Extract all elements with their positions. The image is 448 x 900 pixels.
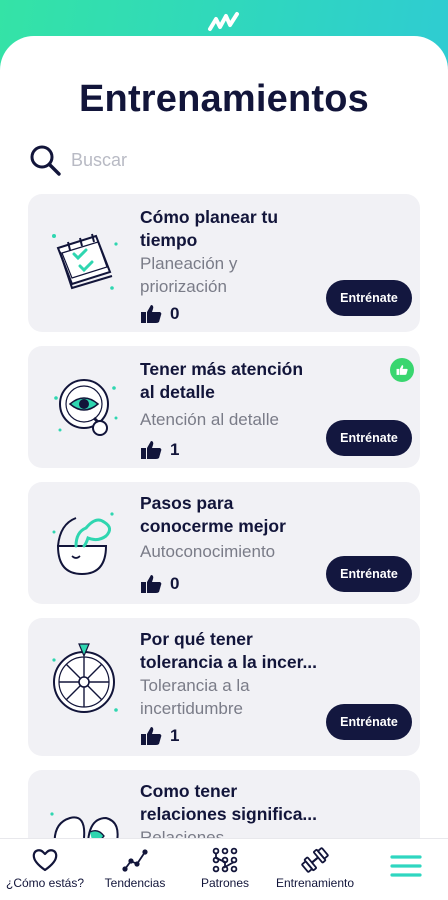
app-logo <box>0 8 448 38</box>
thumbs-up-icon <box>141 305 162 323</box>
search-icon <box>30 145 61 176</box>
tab-label: ¿Cómo estás? <box>5 876 85 890</box>
training-title: Por qué tener tolerancia a la incer... <box>140 629 318 672</box>
train-button[interactable]: Entrénate <box>326 420 412 456</box>
tab-menu[interactable] <box>376 853 436 900</box>
likes-count: 1 <box>140 726 179 746</box>
likes-value: 1 <box>170 726 180 745</box>
page-title: Entrenamientos <box>79 78 369 120</box>
tab-como-estas[interactable]: ¿Cómo estás? <box>0 847 90 899</box>
tab-label: Entrenamiento <box>275 876 355 890</box>
training-category: Tolerancia a la incertidumbre <box>140 676 250 718</box>
tab-tendencias[interactable]: Tendencias <box>92 847 178 899</box>
calendar-icon <box>52 233 118 290</box>
wave-logo-icon <box>208 12 239 31</box>
train-button[interactable]: Entrénate <box>326 280 412 316</box>
training-category: Planeación y priorización <box>140 254 238 296</box>
dumbbell-icon <box>301 847 329 873</box>
thumbs-up-icon <box>141 441 162 459</box>
thumbs-up-icon <box>396 365 408 375</box>
bottom-tab-bar: ¿Cómo estás? Tendencias Patrones Entrena… <box>0 838 448 900</box>
training-card[interactable]: Pasos para conocerme mejor Autoconocimie… <box>28 482 420 604</box>
open-head-icon <box>52 512 114 576</box>
train-button[interactable]: Entrénate <box>326 704 412 740</box>
tab-label: Patrones <box>200 876 250 890</box>
likes-count: 1 <box>140 440 179 460</box>
training-title: Pasos para conocerme mejor <box>140 493 286 536</box>
main-sheet: Entrenamientos Cómo planear tu tiempo Pl… <box>0 36 448 900</box>
likes-value: 0 <box>170 574 180 593</box>
training-title: Cómo planear tu tiempo <box>140 207 279 250</box>
hands-icon <box>50 812 119 840</box>
training-card[interactable]: Tener más atención al detalle Atención a… <box>28 346 420 468</box>
tab-patrones[interactable]: Patrones <box>182 847 268 899</box>
wheel-icon <box>52 643 118 713</box>
likes-count: 0 <box>140 574 179 594</box>
search-input[interactable] <box>71 149 391 171</box>
training-title: Tener más atención al detalle <box>140 359 304 402</box>
trend-line-icon <box>122 849 148 872</box>
thumbs-up-icon <box>141 727 162 745</box>
training-category: Autoconocimiento <box>140 542 276 561</box>
likes-count: 0 <box>140 304 179 324</box>
training-card[interactable]: Como tener relaciones significa... Relac… <box>28 770 420 840</box>
training-list[interactable]: Cómo planear tu tiempo Planeación y prio… <box>28 194 420 840</box>
training-card[interactable]: Cómo planear tu tiempo Planeación y prio… <box>28 194 420 332</box>
magnifier-eye-icon <box>54 379 118 436</box>
menu-icon <box>390 855 422 877</box>
tab-entrenamiento[interactable]: Entrenamiento <box>268 847 362 899</box>
thumbs-up-icon <box>141 575 162 593</box>
completed-badge <box>390 358 414 382</box>
likes-value: 0 <box>170 304 180 323</box>
training-title: Como tener relaciones significa... <box>140 781 318 824</box>
pattern-grid-icon <box>212 847 238 873</box>
search-bar[interactable] <box>28 142 418 178</box>
training-category: Atención al detalle <box>140 410 279 429</box>
tab-label: Tendencias <box>104 876 166 890</box>
likes-value: 1 <box>170 440 180 459</box>
train-button[interactable]: Entrénate <box>326 556 412 592</box>
training-card[interactable]: Por qué tener tolerancia a la incer... T… <box>28 618 420 756</box>
heart-icon <box>32 849 58 872</box>
